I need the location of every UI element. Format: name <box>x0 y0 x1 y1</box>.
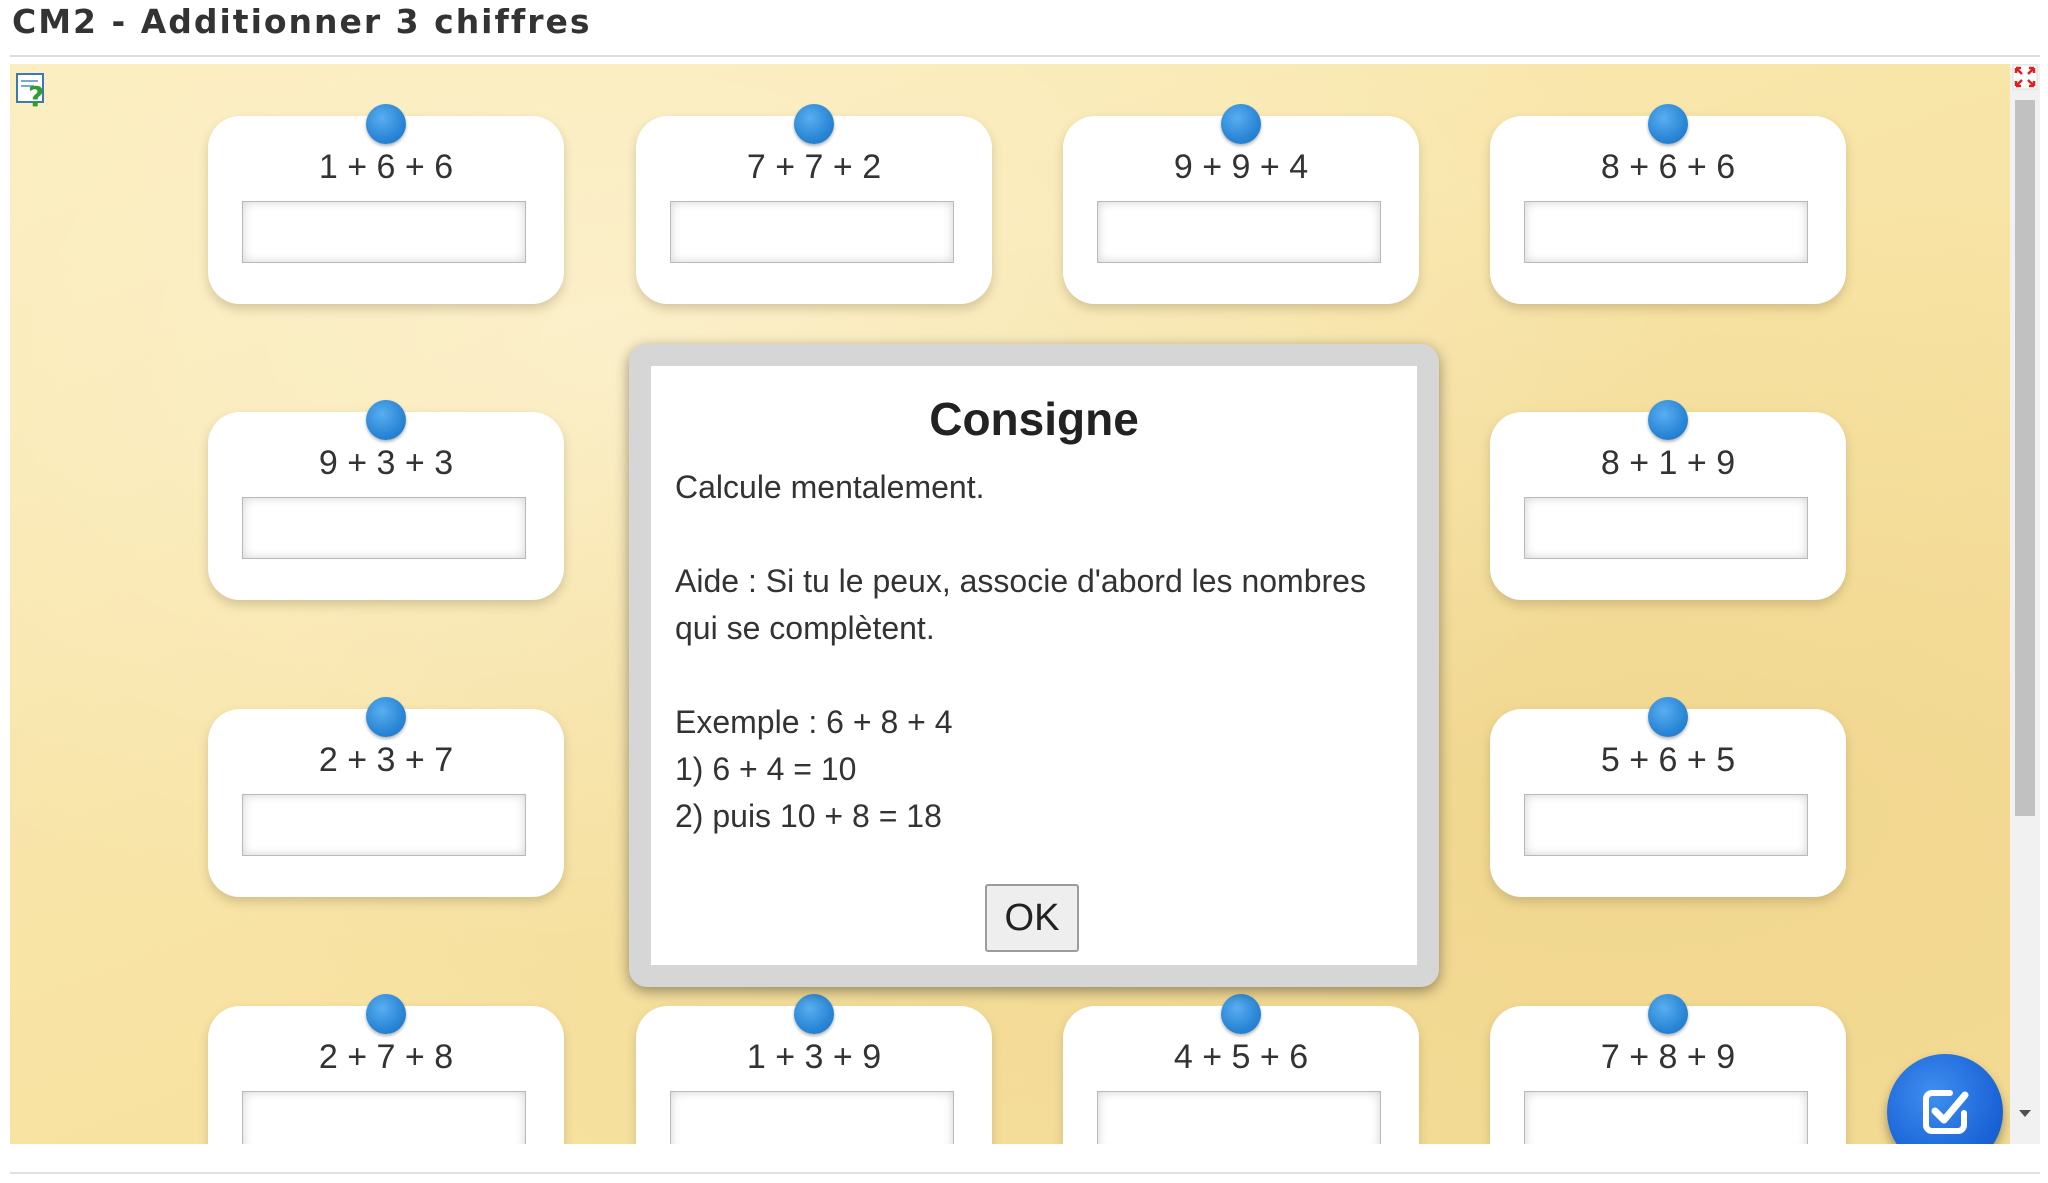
card-marker <box>1221 104 1261 144</box>
card-marker <box>1221 994 1261 1034</box>
answer-input[interactable] <box>1524 497 1808 559</box>
vertical-scrollbar[interactable] <box>2010 64 2040 1144</box>
exercise-card: 4 + 5 + 6 <box>1063 994 1419 1144</box>
exercise-card: 8 + 1 + 9 <box>1490 400 1846 600</box>
instruction-text: Calcule mentalement. <box>675 469 985 505</box>
card-marker <box>794 104 834 144</box>
bottom-divider <box>10 1172 2040 1174</box>
exercise-card: 8 + 6 + 6 <box>1490 104 1846 304</box>
arrow-down-icon[interactable] <box>2016 1104 2034 1122</box>
help-icon[interactable]: ? <box>14 70 54 110</box>
card-marker <box>366 400 406 440</box>
card-marker <box>366 104 406 144</box>
exercise-card: 1 + 3 + 9 <box>636 994 992 1144</box>
exercise-expression: 2 + 7 + 8 <box>318 1038 454 1076</box>
exercise-card: 9 + 9 + 4 <box>1063 104 1419 304</box>
answer-input[interactable] <box>1097 201 1381 263</box>
checkbox-check-icon <box>1923 1090 1969 1134</box>
svg-text:?: ? <box>28 80 44 110</box>
answer-input[interactable] <box>242 201 526 263</box>
hint-text: Aide : Si tu le peux, associe d'abord le… <box>675 563 1366 646</box>
card-marker <box>794 994 834 1034</box>
scrollbar-thumb[interactable] <box>2015 100 2035 816</box>
answer-input[interactable] <box>670 201 954 263</box>
card-marker <box>1648 400 1688 440</box>
exercise-expression: 2 + 3 + 7 <box>318 741 454 779</box>
exercise-expression: 4 + 5 + 6 <box>1173 1038 1309 1076</box>
exercise-expression: 7 + 8 + 9 <box>1600 1038 1736 1076</box>
exercise-expression: 8 + 1 + 9 <box>1600 444 1736 482</box>
exercise-expression: 1 + 6 + 6 <box>318 148 454 186</box>
exercise-expression: 5 + 6 + 5 <box>1600 741 1736 779</box>
page-title: CM2 - Additionner 3 chiffres <box>12 2 592 41</box>
answer-input[interactable] <box>242 794 526 856</box>
answer-input[interactable] <box>1097 1091 1381 1144</box>
validate-button[interactable] <box>1887 1054 2003 1144</box>
ok-button[interactable]: OK <box>985 884 1079 952</box>
exercise-card: 1 + 6 + 6 <box>208 104 564 304</box>
example-text: Exemple : 6 + 8 + 4 <box>675 704 953 740</box>
card-marker <box>1648 994 1688 1034</box>
answer-input[interactable] <box>670 1091 954 1144</box>
card-marker <box>366 994 406 1034</box>
answer-input[interactable] <box>1524 794 1808 856</box>
card-marker <box>1648 104 1688 144</box>
answer-input[interactable] <box>242 497 526 559</box>
exercise-expression: 9 + 9 + 4 <box>1173 148 1309 186</box>
fullscreen-icon[interactable] <box>2012 64 2038 90</box>
title-divider <box>10 55 2040 57</box>
card-marker <box>366 697 406 737</box>
example-step-1: 1) 6 + 4 = 10 <box>675 751 857 787</box>
exercise-card: 9 + 3 + 3 <box>208 400 564 600</box>
dialog-body: Consigne Calcule mentalement. Aide : Si … <box>651 366 1417 965</box>
card-marker <box>1648 697 1688 737</box>
exercise-card: 2 + 3 + 7 <box>208 697 564 897</box>
answer-input[interactable] <box>242 1091 526 1144</box>
answer-input[interactable] <box>1524 1091 1808 1144</box>
exercise-expression: 9 + 3 + 3 <box>318 444 454 482</box>
exercise-expression: 7 + 7 + 2 <box>746 148 882 186</box>
exercise-card: 7 + 8 + 9 <box>1490 994 1846 1144</box>
answer-input[interactable] <box>1524 201 1808 263</box>
exercise-card: 5 + 6 + 5 <box>1490 697 1846 897</box>
exercise-area: ? 1 + 6 + 6 7 + 7 + 2 9 + 9 + 4 8 + 6 + … <box>10 64 2010 1144</box>
exercise-expression: 1 + 3 + 9 <box>746 1038 882 1076</box>
exercise-expression: 8 + 6 + 6 <box>1600 148 1736 186</box>
dialog-title: Consigne <box>929 393 1139 445</box>
instructions-dialog: Consigne Calcule mentalement. Aide : Si … <box>629 344 1439 987</box>
exercise-card: 7 + 7 + 2 <box>636 104 992 304</box>
example-step-2: 2) puis 10 + 8 = 18 <box>675 798 942 834</box>
dialog-text: Calcule mentalement. Aide : Si tu le peu… <box>675 464 1393 840</box>
exercise-card: 2 + 7 + 8 <box>208 994 564 1144</box>
